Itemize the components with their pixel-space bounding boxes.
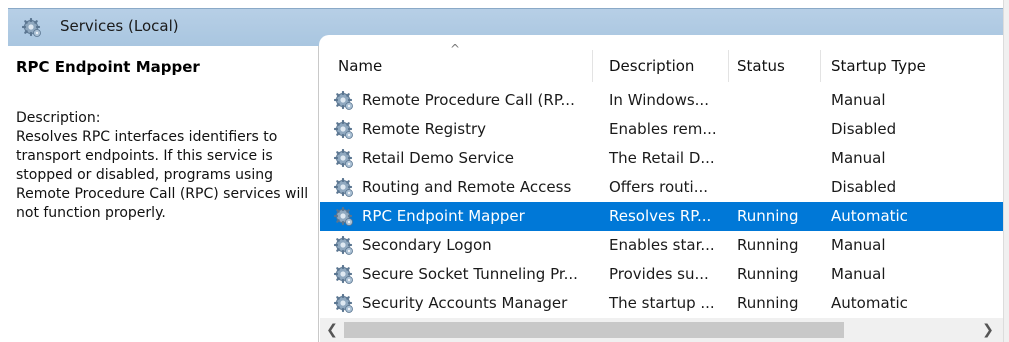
scrollbar-thumb[interactable] (344, 322, 844, 338)
vertical-scrollbar[interactable] (1003, 0, 1009, 342)
service-gear-icon (334, 91, 354, 111)
service-name-cell: RPC Endpoint Mapper (362, 207, 525, 225)
service-status-cell: Running (737, 294, 799, 312)
service-name-cell: Secondary Logon (362, 236, 492, 254)
service-name-cell: Secure Socket Tunneling Pr... (362, 265, 578, 283)
service-gear-icon (334, 236, 354, 256)
window-left-edge (0, 0, 8, 342)
service-gear-icon (334, 207, 354, 227)
service-description-cell: The Retail D... (609, 149, 715, 167)
column-header-name[interactable]: Name ^ (320, 42, 592, 82)
table-row[interactable]: Secondary Logon Enables star... Running … (320, 231, 1003, 260)
service-startup-cell: Automatic (831, 207, 908, 225)
service-startup-cell: Manual (831, 265, 886, 283)
table-row[interactable]: Remote Registry Enables rem... Disabled (320, 115, 1003, 144)
service-gear-icon (334, 265, 354, 285)
service-status-cell: Running (737, 265, 799, 283)
service-status-cell: Running (737, 207, 799, 225)
service-name-cell: Remote Procedure Call (RP... (362, 91, 575, 109)
service-description-cell: Provides su... (609, 265, 709, 283)
service-description-cell: In Windows... (609, 91, 709, 109)
service-startup-cell: Disabled (831, 120, 897, 138)
service-description-cell: The startup ... (609, 294, 715, 312)
table-row[interactable]: Remote Procedure Call (RP... In Windows.… (320, 86, 1003, 115)
service-gear-icon (334, 149, 354, 169)
horizontal-scrollbar[interactable]: ❮ ❯ (320, 318, 1003, 342)
service-description-cell: Enables rem... (609, 120, 717, 138)
scroll-right-arrow-icon[interactable]: ❯ (980, 320, 996, 340)
service-startup-cell: Disabled (831, 178, 897, 196)
service-name-cell: Security Accounts Manager (362, 294, 568, 312)
extended-detail-pane: RPC Endpoint Mapper Description: Resolve… (8, 46, 319, 342)
service-gear-icon (334, 178, 354, 198)
service-gear-icon (334, 294, 354, 314)
header-title: Services (Local) (60, 17, 179, 35)
table-row[interactable]: Secure Socket Tunneling Pr... Provides s… (320, 260, 1003, 289)
table-row[interactable]: Routing and Remote Access Offers routi..… (320, 173, 1003, 202)
description-text: Resolves RPC interfaces identifiers to t… (16, 129, 309, 221)
service-startup-cell: Manual (831, 149, 886, 167)
table-row-selected[interactable]: RPC Endpoint Mapper Resolves RP... Runni… (320, 202, 1003, 231)
table-row[interactable]: Security Accounts Manager The startup ..… (320, 289, 1003, 318)
service-description-cell: Resolves RP... (609, 207, 712, 225)
service-status-cell: Running (737, 236, 799, 254)
selected-service-name: RPC Endpoint Mapper (16, 58, 200, 76)
sort-ascending-icon: ^ (450, 42, 461, 56)
service-gear-icon (334, 120, 354, 140)
column-header-startup-type[interactable]: Startup Type (821, 46, 1003, 82)
service-name-cell: Remote Registry (362, 120, 487, 138)
column-header-status[interactable]: Status (729, 46, 820, 82)
column-header-description[interactable]: Description (593, 46, 728, 82)
service-name-cell: Routing and Remote Access (362, 178, 572, 196)
service-description-cell: Enables star... (609, 236, 715, 254)
scroll-left-arrow-icon[interactable]: ❮ (324, 320, 340, 340)
services-gear-icon (22, 18, 42, 38)
service-startup-cell: Manual (831, 236, 886, 254)
service-name-cell: Retail Demo Service (362, 149, 514, 167)
services-list[interactable]: Name ^ Description Status Startup Type R… (320, 42, 1003, 342)
service-description-cell: Offers routi... (609, 178, 708, 196)
service-startup-cell: Manual (831, 91, 886, 109)
description-label: Description: (16, 110, 101, 126)
service-startup-cell: Automatic (831, 294, 908, 312)
table-row[interactable]: Retail Demo Service The Retail D... Manu… (320, 144, 1003, 173)
